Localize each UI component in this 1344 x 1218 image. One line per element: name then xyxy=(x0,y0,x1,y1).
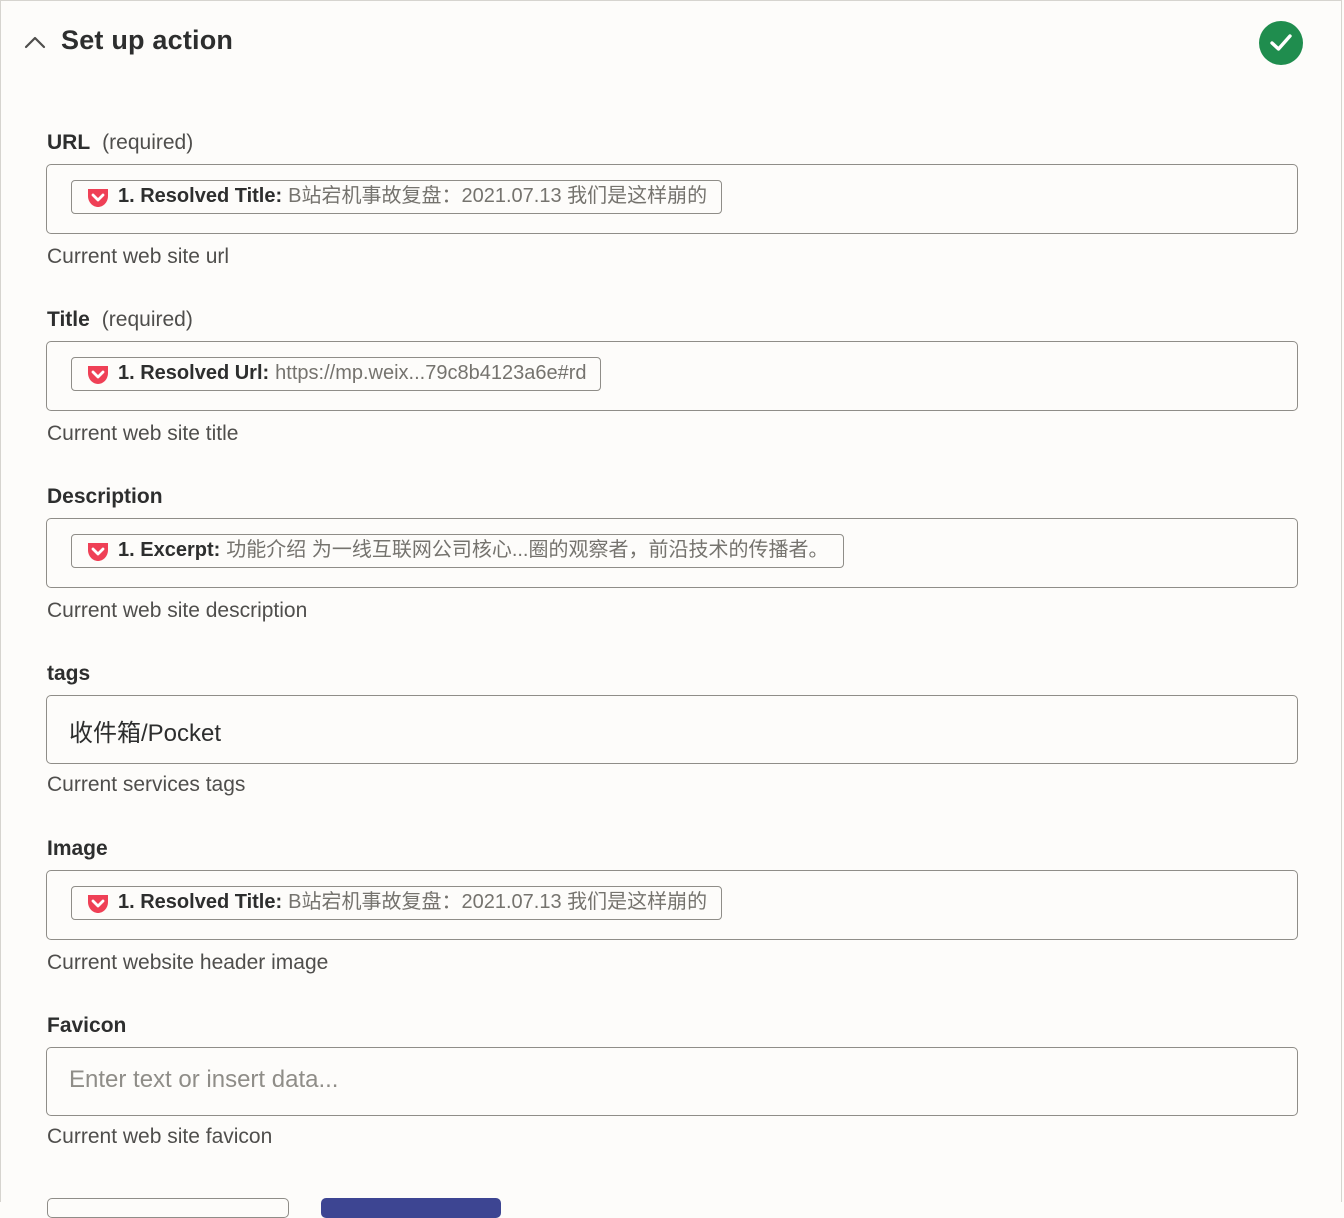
setup-action-panel: Set up action URL (required) 1. Resolved … xyxy=(0,0,1342,1218)
data-pill[interactable]: 1. Resolved Title: B站宕机事故复盘：2021.07.13 我们… xyxy=(71,180,723,214)
pocket-icon xyxy=(86,364,110,385)
pill-value: 功能介绍 为一线互联网公司核心...圈的观察者，前沿技术的传播者。 xyxy=(226,539,829,561)
tags-input[interactable]: 收件箱/Pocket xyxy=(46,695,1298,764)
section-header[interactable]: Set up action xyxy=(21,21,1311,65)
data-pill[interactable]: 1. Resolved Url: https://mp.weix...79c8b4… xyxy=(71,357,602,391)
field-favicon: Favicon Enter text or insert data... Cur… xyxy=(46,1011,1299,1148)
field-url: URL (required) 1. Resolved Title: B站宕机事故复盘… xyxy=(46,128,1299,268)
help-text: Current web site title xyxy=(47,422,239,445)
help-text: Current services tags xyxy=(47,773,246,796)
field-image: Image 1. Resolved Title: B站宕机事故复盘：2021.07… xyxy=(46,834,1299,974)
favicon-input[interactable]: Enter text or insert data... xyxy=(46,1047,1298,1116)
help-text: Current website header image xyxy=(47,951,329,974)
pill-label: 1. Resolved Title: xyxy=(118,891,283,913)
field-description: Description 1. Excerpt: 功能介绍 为一线互联网公司核心..… xyxy=(46,482,1299,622)
chevron-up-icon[interactable] xyxy=(23,31,47,55)
help-text: Current web site description xyxy=(47,599,308,622)
help-text: Current web site favicon xyxy=(47,1125,273,1148)
field-label: Image xyxy=(47,837,108,860)
pill-value: B站宕机事故复盘：2021.07.13 我们是这样崩的 xyxy=(288,185,708,207)
secondary-button[interactable] xyxy=(47,1198,289,1218)
pocket-icon xyxy=(86,187,110,208)
url-input[interactable]: 1. Resolved Title: B站宕机事故复盘：2021.07.13 我们… xyxy=(46,164,1298,234)
data-pill[interactable]: 1. Excerpt: 功能介绍 为一线互联网公司核心...圈的观察者，前沿技术的… xyxy=(71,534,844,568)
pill-value: https://mp.weix...79c8b4123a6e#rd xyxy=(275,362,587,384)
title-input[interactable]: 1. Resolved Url: https://mp.weix...79c8b4… xyxy=(46,341,1298,411)
pocket-icon xyxy=(86,541,110,562)
tags-value: 收件箱/Pocket xyxy=(69,720,222,747)
required-marker: (required) xyxy=(102,131,194,154)
pill-label: 1. Resolved Title: xyxy=(118,185,283,207)
field-label: Favicon xyxy=(47,1014,127,1037)
field-title: Title (required) 1. Resolved Url: https://… xyxy=(46,305,1299,445)
field-label: tags xyxy=(47,662,91,685)
section-title: Set up action xyxy=(61,25,234,55)
pill-label: 1. Excerpt: xyxy=(118,539,221,561)
required-marker: (required) xyxy=(101,308,193,331)
check-circle-icon xyxy=(1259,21,1303,65)
field-label: Title (required) xyxy=(47,308,193,331)
pill-value: B站宕机事故复盘：2021.07.13 我们是这样崩的 xyxy=(288,891,708,913)
description-input[interactable]: 1. Excerpt: 功能介绍 为一线互联网公司核心...圈的观察者，前沿技术的… xyxy=(46,518,1298,588)
field-label: URL (required) xyxy=(47,131,194,154)
pocket-icon xyxy=(86,893,110,914)
help-text: Current web site url xyxy=(47,245,230,268)
data-pill[interactable]: 1. Resolved Title: B站宕机事故复盘：2021.07.13 我们… xyxy=(71,886,723,920)
field-label: Description xyxy=(47,485,163,508)
favicon-placeholder: Enter text or insert data... xyxy=(69,1066,339,1093)
pill-label: 1. Resolved Url: xyxy=(118,362,270,384)
primary-button[interactable] xyxy=(321,1198,501,1218)
image-input[interactable]: 1. Resolved Title: B站宕机事故复盘：2021.07.13 我们… xyxy=(46,870,1298,940)
field-tags: tags 收件箱/Pocket Current services tags xyxy=(46,659,1299,796)
